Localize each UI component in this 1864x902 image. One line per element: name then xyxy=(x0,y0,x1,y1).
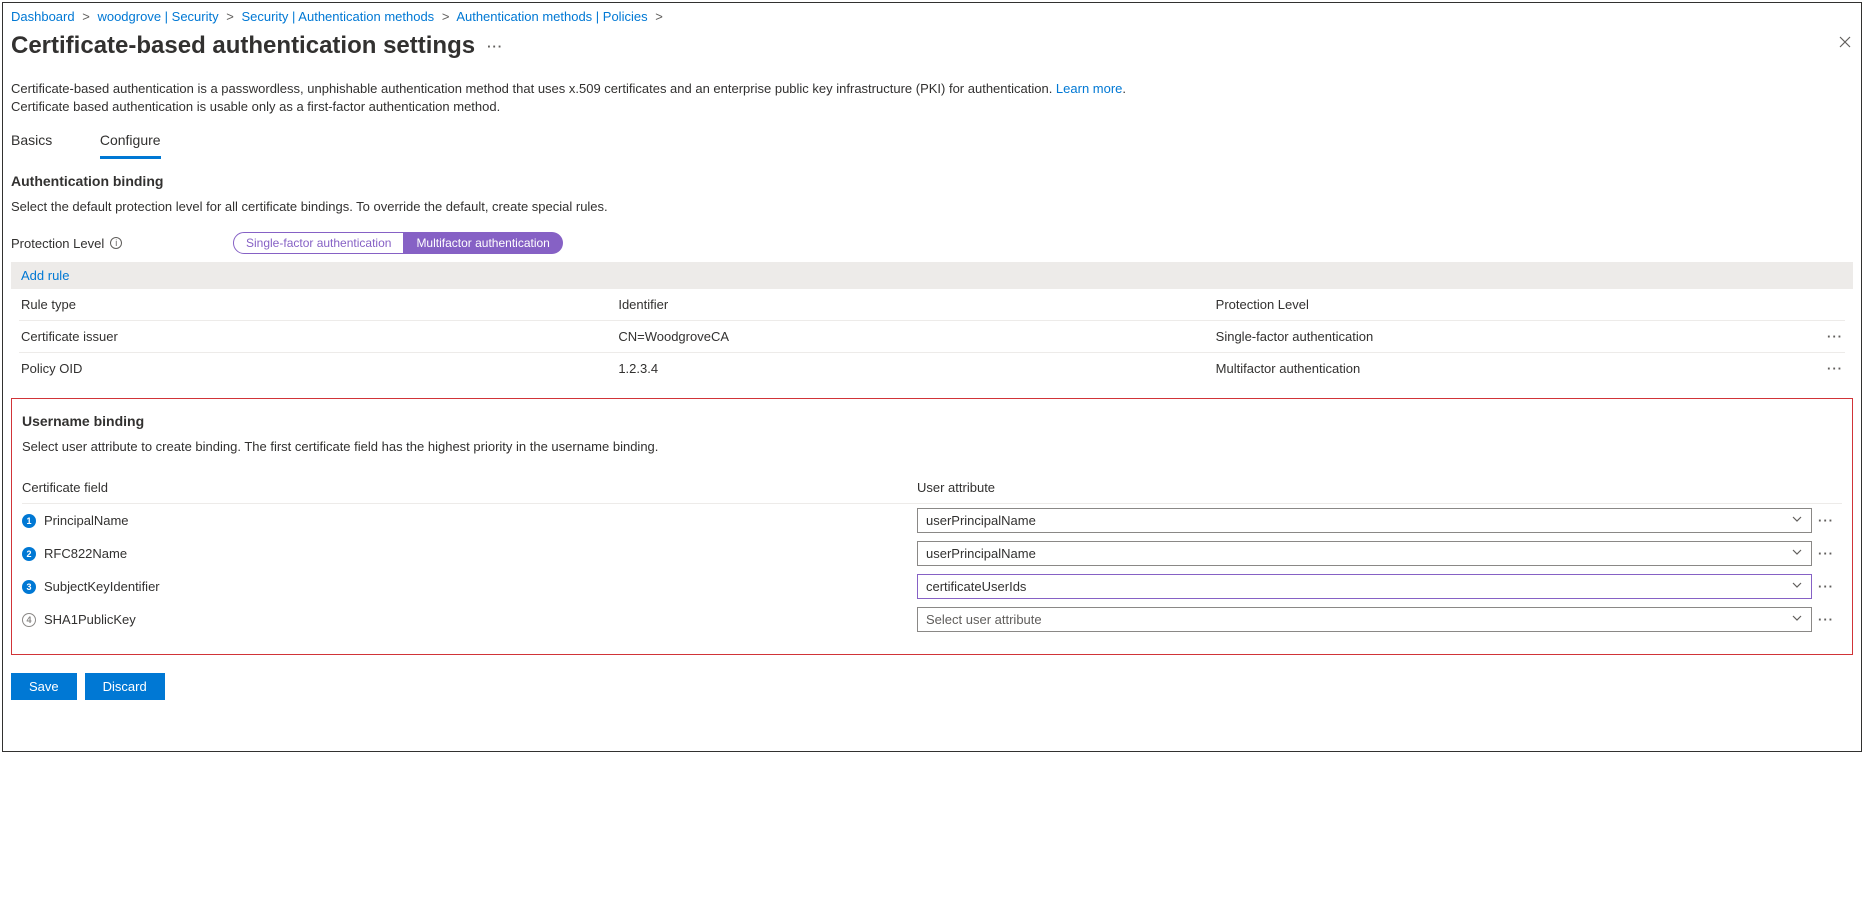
row-more-icon[interactable]: ··· xyxy=(1812,579,1842,594)
priority-badge: 4 xyxy=(22,613,36,627)
chevron-right-icon: > xyxy=(442,9,450,24)
close-button[interactable] xyxy=(1837,34,1853,53)
user-attribute-select[interactable]: certificateUserIds xyxy=(917,574,1812,599)
row-more-icon[interactable]: ··· xyxy=(1812,612,1842,627)
chevron-right-icon: > xyxy=(226,9,234,24)
page-description: Certificate-based authentication is a pa… xyxy=(11,74,1853,126)
tab-configure[interactable]: Configure xyxy=(100,126,161,159)
priority-badge: 1 xyxy=(22,514,36,528)
protection-level-toggle: Single-factor authentication Multifactor… xyxy=(233,232,563,254)
user-attribute-select[interactable]: Select user attribute xyxy=(917,607,1812,632)
add-rule-link[interactable]: Add rule xyxy=(21,268,69,283)
pill-multifactor[interactable]: Multifactor authentication xyxy=(404,232,562,254)
chevron-right-icon: > xyxy=(655,9,663,24)
save-button[interactable]: Save xyxy=(11,673,77,700)
col-cert-field: Certificate field xyxy=(22,480,917,495)
binding-row: 4 SHA1PublicKey Select user attribute ··… xyxy=(22,603,1842,636)
close-icon xyxy=(1837,34,1853,50)
cert-field-name: RFC822Name xyxy=(44,546,127,561)
col-identifier: Identifier xyxy=(618,297,1215,312)
binding-row: 1 PrincipalName userPrincipalName ··· xyxy=(22,504,1842,537)
username-binding-subtext: Select user attribute to create binding.… xyxy=(22,439,1842,454)
tab-basics[interactable]: Basics xyxy=(11,126,52,156)
col-protection: Protection Level xyxy=(1216,297,1813,312)
auth-binding-heading: Authentication binding xyxy=(11,173,1853,189)
binding-row: 2 RFC822Name userPrincipalName ··· xyxy=(22,537,1842,570)
tabs: Basics Configure xyxy=(11,126,1853,159)
col-user-attr: User attribute xyxy=(917,480,1812,495)
chevron-down-icon xyxy=(1791,513,1803,528)
table-row: Policy OID 1.2.3.4 Multifactor authentic… xyxy=(19,352,1845,384)
priority-badge: 2 xyxy=(22,547,36,561)
row-more-icon[interactable]: ··· xyxy=(1812,513,1842,528)
pill-single-factor[interactable]: Single-factor authentication xyxy=(233,232,404,254)
info-icon[interactable]: i xyxy=(110,237,122,249)
priority-badge: 3 xyxy=(22,580,36,594)
binding-row: 3 SubjectKeyIdentifier certificateUserId… xyxy=(22,570,1842,603)
row-more-icon[interactable]: ··· xyxy=(1812,546,1842,561)
breadcrumb-item[interactable]: Security | Authentication methods xyxy=(241,9,434,24)
learn-more-link[interactable]: Learn more xyxy=(1056,81,1122,96)
protection-level-label: Protection Level xyxy=(11,236,104,251)
chevron-down-icon xyxy=(1791,612,1803,627)
cert-field-name: SHA1PublicKey xyxy=(44,612,136,627)
user-attribute-select[interactable]: userPrincipalName xyxy=(917,541,1812,566)
more-icon[interactable]: ··· xyxy=(487,39,503,54)
col-rule-type: Rule type xyxy=(21,297,618,312)
breadcrumb-item[interactable]: Authentication methods | Policies xyxy=(456,9,647,24)
user-attribute-select[interactable]: userPrincipalName xyxy=(917,508,1812,533)
breadcrumb-item[interactable]: woodgrove | Security xyxy=(97,9,218,24)
breadcrumb-item[interactable]: Dashboard xyxy=(11,9,75,24)
row-more-icon[interactable]: ··· xyxy=(1813,329,1843,344)
cert-field-name: PrincipalName xyxy=(44,513,129,528)
username-binding-heading: Username binding xyxy=(22,413,1842,429)
discard-button[interactable]: Discard xyxy=(85,673,165,700)
chevron-right-icon: > xyxy=(82,9,90,24)
chevron-down-icon xyxy=(1791,546,1803,561)
chevron-down-icon xyxy=(1791,579,1803,594)
breadcrumb: Dashboard > woodgrove | Security > Secur… xyxy=(11,9,1853,30)
table-row: Certificate issuer CN=WoodgroveCA Single… xyxy=(19,320,1845,352)
auth-binding-subtext: Select the default protection level for … xyxy=(11,199,1853,214)
page-title: Certificate-based authentication setting… xyxy=(11,32,475,60)
cert-field-name: SubjectKeyIdentifier xyxy=(44,579,160,594)
row-more-icon[interactable]: ··· xyxy=(1813,361,1843,376)
